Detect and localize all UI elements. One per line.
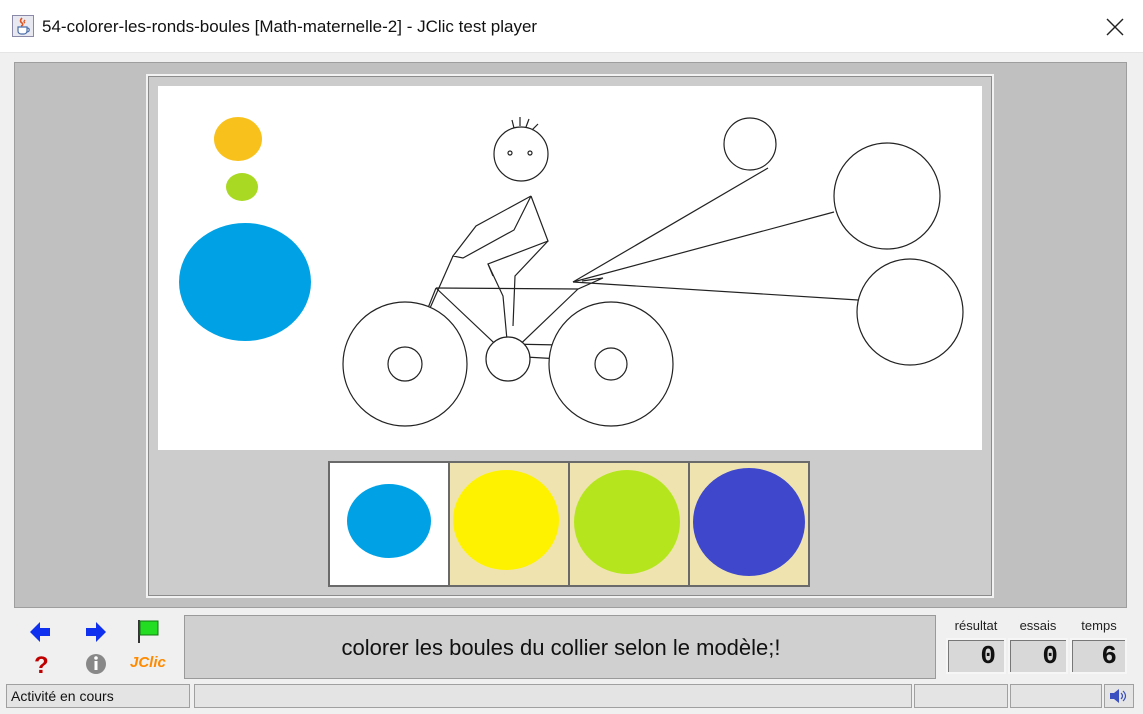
- rider-head[interactable]: [493, 126, 549, 182]
- jclic-about-button[interactable]: JClic: [128, 652, 172, 678]
- balloon-large[interactable]: [856, 258, 964, 366]
- arrow-left-icon: [30, 622, 50, 642]
- result-label: résultat: [954, 618, 998, 633]
- hub-rear[interactable]: [594, 347, 628, 381]
- window-title: 54-colorer-les-ronds-boules [Math-matern…: [42, 17, 538, 36]
- result-counter: 0: [946, 638, 1006, 674]
- time-counter: 6: [1070, 638, 1127, 674]
- close-icon: [1106, 18, 1124, 36]
- palette-swatch-yellow[interactable]: [450, 463, 568, 585]
- palette-swatch-indigo[interactable]: [690, 463, 808, 585]
- restart-button[interactable]: [134, 617, 162, 643]
- green-flag-icon: [138, 620, 159, 643]
- drawing-canvas: [158, 86, 982, 450]
- status-text: Activité en cours: [6, 684, 190, 708]
- tries-label: essais: [1019, 618, 1057, 633]
- status-bar: Activité en cours: [0, 682, 1143, 714]
- help-button[interactable]: ?: [28, 650, 56, 679]
- chainring[interactable]: [485, 336, 531, 382]
- app-window: 54-colorer-les-ronds-boules [Math-matern…: [0, 0, 1143, 714]
- arrow-right-icon: [86, 622, 106, 642]
- model-ball-blue: [179, 223, 311, 341]
- balloon-medium[interactable]: [833, 142, 941, 250]
- tries-counter: 0: [1008, 638, 1068, 674]
- status-progress-cell: [194, 684, 912, 708]
- next-activity-button[interactable]: [82, 619, 110, 645]
- info-button[interactable]: [82, 650, 110, 676]
- balloon-small[interactable]: [723, 117, 777, 171]
- model-ball-green: [226, 173, 258, 201]
- activity-message: colorer les boules du collier selon le m…: [341, 635, 781, 660]
- question-mark-icon: ?: [34, 652, 49, 679]
- palette-swatch-green[interactable]: [570, 463, 688, 585]
- bicycle-drawing: [179, 117, 964, 427]
- sound-toggle-button[interactable]: [1104, 684, 1134, 708]
- message-box: colorer les boules du collier selon le m…: [184, 615, 936, 679]
- color-palette: [328, 461, 810, 587]
- close-button[interactable]: [1092, 8, 1138, 46]
- title-bar: 54-colorer-les-ronds-boules [Math-matern…: [0, 0, 1143, 53]
- java-cup-icon: [12, 15, 34, 37]
- time-label: temps: [1081, 618, 1117, 633]
- jclic-logo: JClic: [130, 654, 166, 671]
- palette-swatch-blue[interactable]: [330, 463, 448, 585]
- prev-activity-button[interactable]: [26, 619, 54, 645]
- status-cell-b: [1010, 684, 1102, 708]
- speaker-icon: [1110, 689, 1127, 703]
- status-cell-a: [914, 684, 1008, 708]
- model-ball-orange: [214, 117, 262, 161]
- info-icon: [86, 654, 106, 674]
- svg-text:?: ?: [34, 652, 49, 678]
- hub-front[interactable]: [387, 346, 423, 382]
